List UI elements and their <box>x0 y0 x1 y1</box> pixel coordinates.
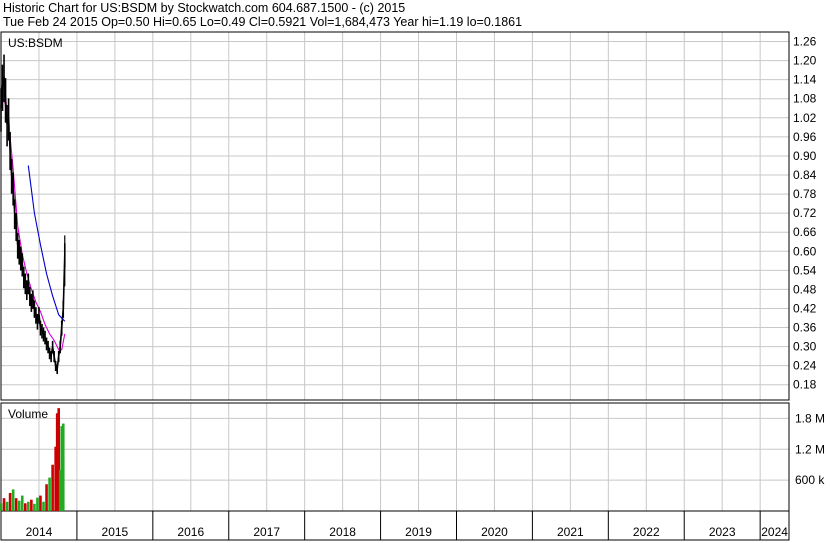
volume-bar <box>48 477 51 511</box>
price-axis-ticks: 1.26 1.20 1.14 1.08 1.02 0.96 0.90 0.84 0.78 0.72… <box>793 35 817 392</box>
price-tick-label: 0.30 <box>793 340 817 354</box>
volume-panel-frame <box>0 402 790 512</box>
price-tick-label: 0.72 <box>793 206 817 220</box>
volume-bar <box>5 501 9 511</box>
date-tick-label: 2022 <box>633 525 660 539</box>
price-tick-label: 1.14 <box>793 73 817 87</box>
price-tick-label: 1.02 <box>793 111 817 125</box>
price-tick-label: 1.08 <box>793 92 817 106</box>
volume-bar <box>51 464 54 511</box>
volume-bar <box>36 497 39 511</box>
price-tick-label: 0.54 <box>793 263 817 277</box>
price-tick-label: 1.20 <box>793 54 817 68</box>
volume-bar <box>45 484 48 511</box>
price-tick-label: 0.18 <box>793 378 817 392</box>
volume-bars-group <box>0 408 65 511</box>
date-tick-label: 2021 <box>557 525 584 539</box>
volume-bar <box>61 423 65 511</box>
date-axis-ticks: 2014 2015 2016 2017 2018 2019 2020 2021 2022 2023… <box>26 511 788 540</box>
volume-bar <box>20 495 24 511</box>
volume-bar <box>33 503 36 511</box>
volume-axis-ticks: 1.8 M 1.2 M 600 k <box>795 411 825 487</box>
chart-header-line1: Historic Chart for US:BSDM by Stockwatch… <box>3 1 405 15</box>
volume-bar <box>0 503 3 511</box>
volume-bar <box>42 501 45 511</box>
volume-grid <box>1 403 789 511</box>
volume-panel-title: Volume <box>8 407 48 421</box>
price-tick-label: 0.36 <box>793 321 817 335</box>
ma_long-line <box>27 165 66 322</box>
price-tick-label: 1.26 <box>793 35 817 49</box>
date-tick-label: 2020 <box>481 525 508 539</box>
price-tick-label: 0.42 <box>793 301 817 315</box>
price-panel-frame <box>0 31 790 401</box>
price-panel-title: US:BSDM <box>8 36 63 50</box>
volume-bar <box>30 499 33 511</box>
volume-bar <box>39 495 42 511</box>
date-tick-label: 2018 <box>329 525 356 539</box>
date-tick-label: 2017 <box>253 525 280 539</box>
volume-bar <box>11 489 15 511</box>
stock-chart: Historic Chart for US:BSDM by Stockwatch… <box>0 1 825 541</box>
volume-tick-label: 1.2 M <box>795 442 825 456</box>
date-tick-label: 2024 <box>761 525 788 539</box>
price-tick-label: 0.24 <box>793 359 817 373</box>
date-tick-label: 2016 <box>177 525 204 539</box>
volume-bar <box>14 498 18 511</box>
volume-bar <box>23 503 27 511</box>
price-tick-label: 0.66 <box>793 225 817 239</box>
date-tick-label: 2014 <box>26 525 53 539</box>
volume-bar <box>8 493 12 511</box>
price-series-group <box>0 54 66 374</box>
date-tick-label: 2019 <box>405 525 432 539</box>
price-tick-label: 0.78 <box>793 187 817 201</box>
price-tick-label: 0.60 <box>793 244 817 258</box>
price-tick-label: 0.84 <box>793 168 817 182</box>
date-tick-label: 2015 <box>102 525 129 539</box>
price-tick-label: 0.48 <box>793 282 817 296</box>
volume-bar <box>2 498 6 511</box>
volume-tick-label: 1.8 M <box>795 411 825 425</box>
volume-bar <box>27 501 30 511</box>
price-line <box>0 76 66 372</box>
chart-header-line2: Tue Feb 24 2015 Op=0.50 Hi=0.65 Lo=0.49 … <box>3 15 522 29</box>
price-tick-label: 0.96 <box>793 130 817 144</box>
price-tick-label: 0.90 <box>793 149 817 163</box>
price-grid <box>1 32 789 400</box>
date-tick-label: 2023 <box>709 525 736 539</box>
volume-tick-label: 600 k <box>795 473 825 487</box>
volume-bar <box>17 500 21 511</box>
